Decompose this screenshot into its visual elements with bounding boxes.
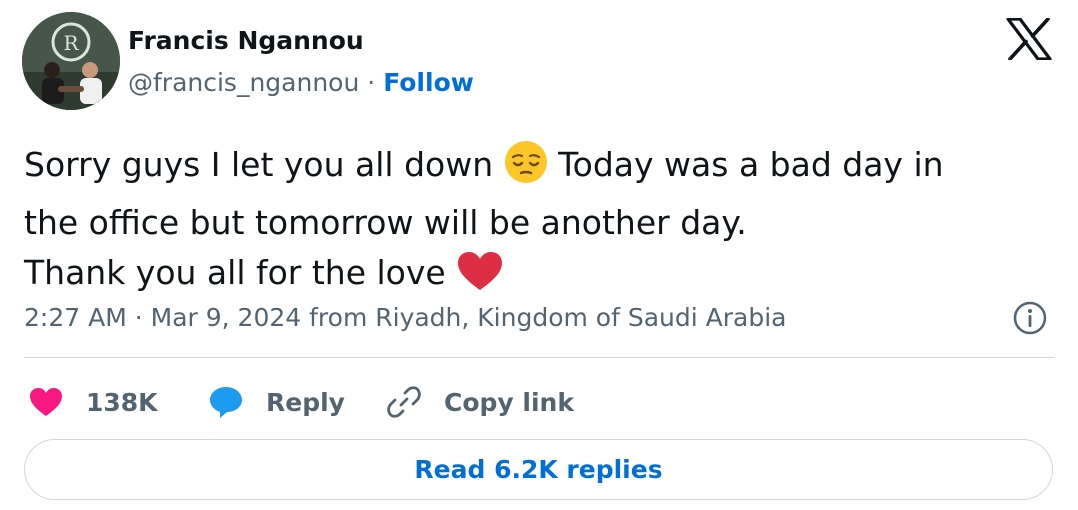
reply-label: Reply: [266, 387, 345, 417]
tweet-text-segment: Sorry guys I let you all down: [24, 145, 504, 184]
handle-separator: ·: [367, 68, 376, 97]
reply-button[interactable]: Reply: [208, 378, 345, 426]
tweet-meta: 2:27 AM · Mar 9, 2024 from Riyadh, Kingd…: [24, 303, 786, 332]
author-name[interactable]: Francis Ngannou: [128, 26, 364, 55]
divider: [24, 357, 1055, 358]
tweet-line-1: Sorry guys I let you all down Today was …: [24, 140, 1054, 198]
tweet-text-segment: Thank you all for the love: [24, 253, 457, 292]
tweet-time[interactable]: 2:27 AM: [24, 303, 127, 332]
follow-link[interactable]: Follow: [383, 68, 474, 97]
reply-bubble-icon: [210, 387, 242, 418]
author-handle-row: @francis_ngannou · Follow: [128, 68, 474, 97]
tweet-line-3: Thank you all for the love: [24, 248, 1054, 306]
copy-link-label: Copy link: [444, 387, 574, 417]
heart-icon: [30, 388, 62, 416]
x-logo-icon[interactable]: [1006, 17, 1052, 61]
info-icon[interactable]: [1012, 300, 1048, 336]
like-button[interactable]: 138K: [28, 378, 158, 426]
tweet-location: from Riyadh, Kingdom of Saudi Arabia: [309, 303, 787, 332]
read-replies-button[interactable]: Read 6.2K replies: [24, 439, 1053, 500]
read-replies-label: Read 6.2K replies: [414, 455, 663, 484]
tweet-line-2: the office but tomorrow will be another …: [24, 203, 747, 242]
link-icon: [387, 386, 421, 418]
svg-text:R: R: [63, 31, 79, 55]
meta-separator: ·: [134, 303, 143, 332]
tweet-text: Sorry guys I let you all down Today was …: [24, 140, 1054, 306]
author-handle[interactable]: @francis_ngannou: [128, 68, 359, 97]
tweet-date[interactable]: Mar 9, 2024: [151, 303, 302, 332]
tweet-text-segment: Today was a bad day in: [547, 145, 944, 184]
like-count: 138K: [86, 387, 158, 417]
red-heart-icon: [456, 250, 504, 306]
pensive-face-icon: [504, 140, 548, 198]
copy-link-button[interactable]: Copy link: [386, 378, 574, 426]
avatar[interactable]: R: [22, 12, 120, 110]
